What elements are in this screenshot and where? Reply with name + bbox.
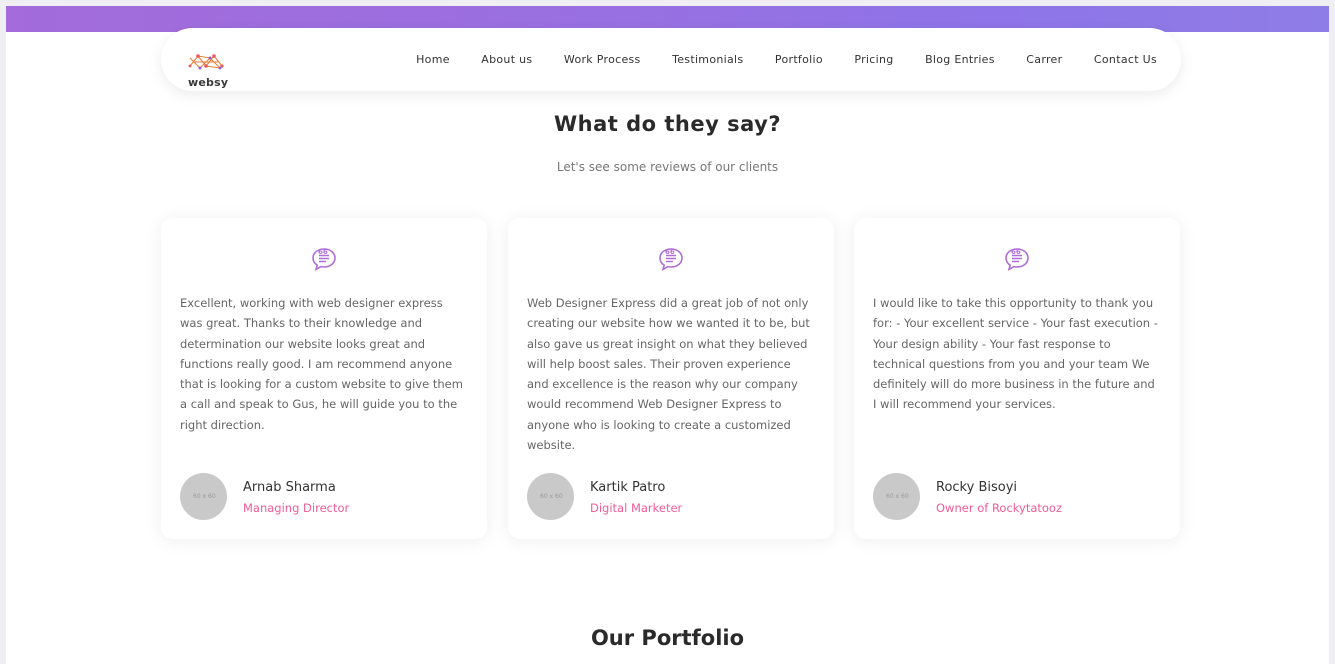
testimonial-card: 66 I would like to take this opportunity… (854, 218, 1180, 539)
reviewer-name: Rocky Bisoyi (936, 480, 1018, 495)
review-text: I would like to take this opportunity to… (873, 296, 1158, 412)
section-title: What do they say? (553, 112, 782, 136)
nav-blog-entries[interactable]: Blog Entries (925, 53, 995, 66)
logo[interactable]: websy (186, 48, 234, 89)
testimonial-card: 66 Web Designer Express did a great job … (508, 218, 834, 539)
logo-text: websy (188, 76, 229, 89)
review-text: Web Designer Express did a great job of … (527, 296, 810, 453)
review-text: Excellent, working with web designer exp… (180, 296, 463, 432)
nav-pricing[interactable]: Pricing (854, 53, 893, 66)
nav-about-us[interactable]: About us (481, 53, 532, 66)
avatar: 60 x 60 (873, 473, 920, 520)
page: websy Home About us Work Process Testimo… (6, 6, 1329, 664)
quote-bubble-icon: 66 (1005, 248, 1029, 272)
svg-text:66: 66 (665, 248, 675, 256)
avatar-placeholder-text: 60 x 60 (886, 493, 909, 500)
avatar-placeholder-text: 60 x 60 (540, 493, 563, 500)
reviewer-role: Owner of Rockytatooz (936, 501, 1063, 515)
testimonial-card: 66 Excellent, working with web designer … (161, 218, 487, 539)
navbar: websy Home About us Work Process Testimo… (161, 28, 1181, 91)
svg-text:66: 66 (1011, 248, 1021, 256)
section-subtitle: Let's see some reviews of our clients (556, 160, 779, 174)
svg-text:66: 66 (318, 248, 328, 256)
nav-carrer[interactable]: Carrer (1026, 53, 1062, 66)
nav-work-process[interactable]: Work Process (564, 53, 641, 66)
reviewer-name: Kartik Patro (590, 480, 666, 495)
nav-portfolio[interactable]: Portfolio (775, 53, 823, 66)
avatar: 60 x 60 (527, 473, 574, 520)
logo-icon (188, 54, 224, 70)
avatar: 60 x 60 (180, 473, 227, 520)
quote-bubble-icon: 66 (659, 248, 683, 272)
nav-links: Home About us Work Process Testimonials … (385, 28, 1157, 91)
nav-testimonials[interactable]: Testimonials (672, 53, 743, 66)
reviewer-role: Managing Director (243, 501, 350, 515)
nav-contact-us[interactable]: Contact Us (1094, 53, 1157, 66)
nav-home[interactable]: Home (416, 53, 450, 66)
quote-bubble-icon: 66 (312, 248, 336, 272)
reviewer-name: Arnab Sharma (243, 480, 336, 495)
reviewer-role: Digital Marketer (590, 501, 683, 515)
avatar-placeholder-text: 60 x 60 (193, 493, 216, 500)
portfolio-section-title: Our Portfolio (590, 626, 745, 650)
